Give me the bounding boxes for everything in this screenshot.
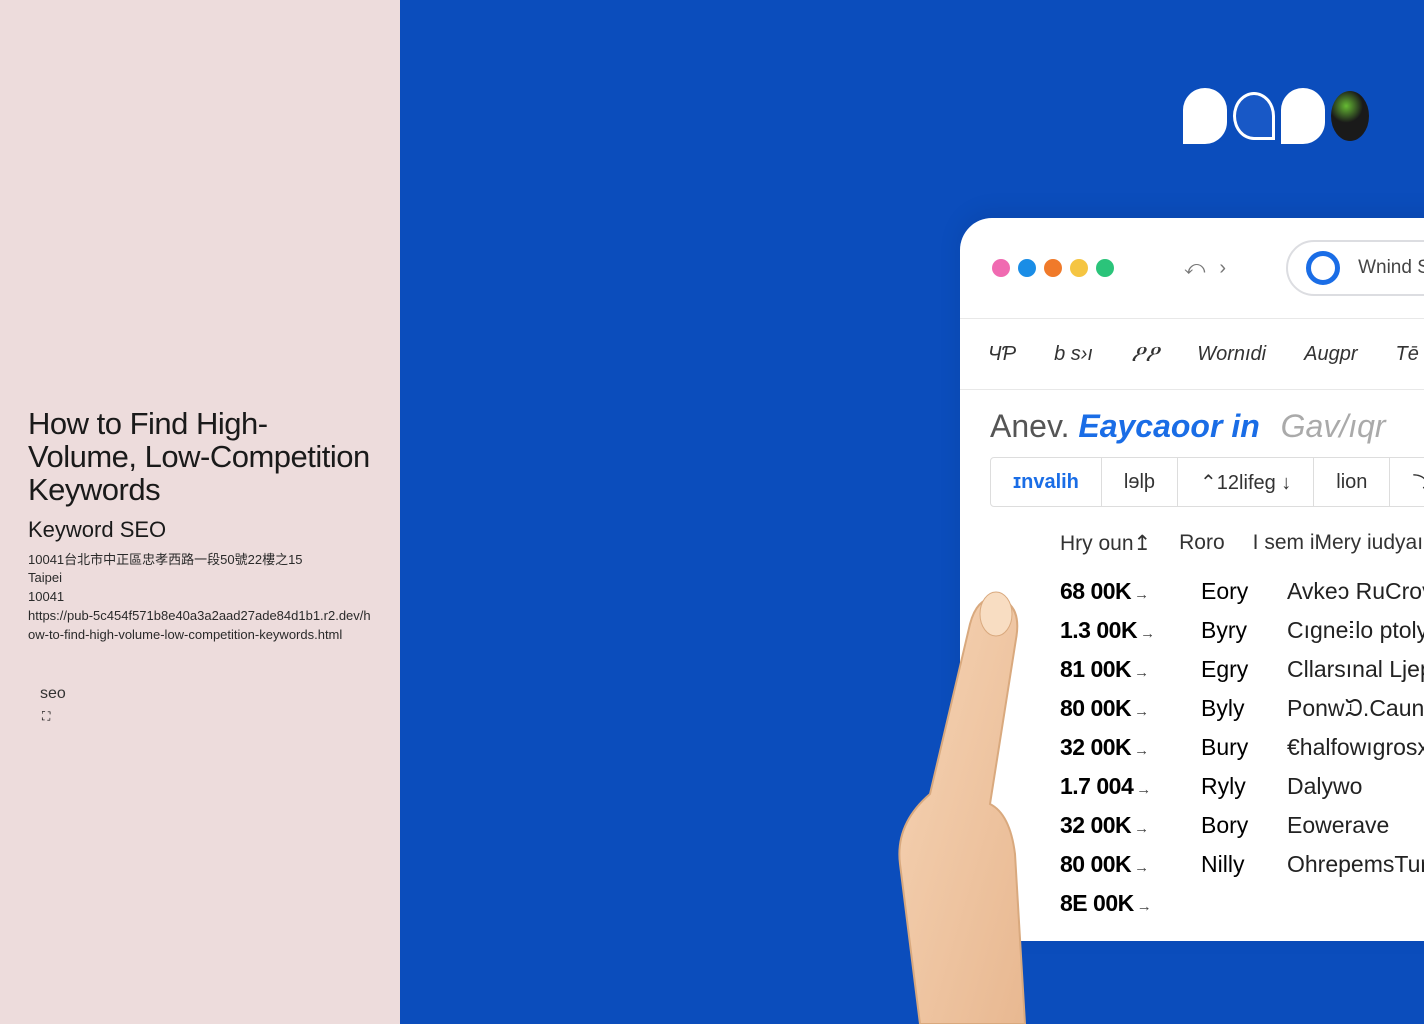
page-title: How to Find High-Volume, Low-Competition…	[28, 408, 372, 507]
short-cell: Nilly	[1201, 851, 1261, 878]
search-icon	[1306, 251, 1340, 285]
table-row[interactable]: 1.7 004→ Ryly Dalywo	[1060, 767, 1424, 806]
keyword-cell: Eowerave	[1287, 812, 1389, 839]
forward-icon[interactable]: ›	[1219, 257, 1226, 280]
logo-part-1	[1183, 88, 1227, 144]
short-cell: Eory	[1201, 578, 1261, 605]
tab-item[interactable]: Wornıdi	[1197, 343, 1266, 366]
volume-cell: 1.3 00K→	[1060, 617, 1175, 644]
table-row[interactable]: 32 00K→ Bury €halfowıgrosxn	[1060, 728, 1424, 767]
volume-cell: 8E 00K→	[1060, 890, 1175, 917]
table-row[interactable]: 32 00K→ Bory Eowerave	[1060, 806, 1424, 845]
volume-cell: 1.7 004→	[1060, 773, 1175, 800]
volume-cell: 32 00K→	[1060, 812, 1175, 839]
search-text: Wnind Sprolech Qvsamoxing ?mats Qitl	[1358, 257, 1424, 279]
tab-strip: ЧƤ b s›ı ዖዖ Wornıdi Augpr Tē Tigerv nloi…	[960, 318, 1424, 390]
filter-item[interactable]: ɪnvalih	[991, 458, 1102, 506]
table-row[interactable]: 80 00K→ Nilly OhrepemsTurare	[1060, 845, 1424, 884]
left-sidebar: How to Find High-Volume, Low-Competition…	[0, 0, 400, 1024]
subheader-col: Hry oun↥	[1060, 531, 1151, 556]
traffic-lights	[992, 259, 1114, 277]
keyword-cell: €halfowıgrosxn	[1287, 734, 1424, 761]
refresh-icon[interactable]: ⤺	[1184, 257, 1205, 280]
traffic-light	[1096, 259, 1114, 277]
headline-main: Eaycaoor in	[1078, 408, 1259, 444]
traffic-light	[992, 259, 1010, 277]
keyword-cell: Cıgneⵂlo ptolynrke	[1287, 617, 1424, 644]
table-row[interactable]: 80 00K→ Byly Ponwᙃ.Caunapednth	[1060, 689, 1424, 728]
headline-pre: Anev.	[990, 408, 1069, 444]
table-subheader: Hry oun↥ Roro I sem iMery iudyaı T0O3 b …	[990, 521, 1424, 572]
hero-illustration: ⤺ › Wnind Sprolech Qvsamoxing ?mats Qitl…	[400, 0, 1424, 1024]
tab-item[interactable]: b s›ı	[1054, 343, 1093, 366]
headline-suffix: Gav/ıqr	[1281, 408, 1386, 444]
filter-item[interactable]: lion	[1314, 458, 1390, 506]
logo-cluster	[1183, 88, 1369, 144]
logo-part-4	[1331, 91, 1369, 141]
browser-window: ⤺ › Wnind Sprolech Qvsamoxing ?mats Qitl…	[960, 218, 1424, 941]
address-city: Taipei	[28, 569, 372, 588]
filter-item[interactable]: lɘlþ	[1102, 458, 1178, 506]
logo-part-2	[1233, 92, 1275, 140]
search-bar[interactable]: Wnind Sprolech Qvsamoxing ?mats Qitl	[1286, 240, 1424, 296]
tab-item[interactable]: ЧƤ	[988, 343, 1016, 366]
table-row[interactable]: 1.3 00K→ Byry Cıgneⵂlo ptolynrke	[1060, 611, 1424, 650]
logo-part-3	[1281, 88, 1325, 144]
filter-item[interactable]: ⌃12lifeg ↓	[1178, 458, 1314, 506]
content-headline: Anev. Eaycaoor in Gav/ıqr	[990, 408, 1424, 445]
keyword-table: 68 00K→ Eory Avkeɔ RuCroves 1.3 00K→ Byr…	[990, 572, 1424, 923]
short-cell: Bury	[1201, 734, 1261, 761]
tab-item[interactable]: Augpr	[1304, 343, 1357, 366]
short-cell: Ryly	[1201, 773, 1261, 800]
keyword-cell: OhrepemsTurare	[1287, 851, 1424, 878]
source-url: https://pub-5c454f571b8e40a3a2aad27ade84…	[28, 607, 372, 645]
keyword-cell: Cllarsınal Ljeper	[1287, 656, 1424, 683]
filter-item[interactable]: ⤵	[1390, 458, 1424, 506]
subheader-col: Roro	[1179, 531, 1225, 556]
subheader-col: I sem iMery iudyaı T0O3 b a	[1253, 531, 1424, 556]
keyword-cell: Avkeɔ RuCroves	[1287, 578, 1424, 605]
traffic-light	[1070, 259, 1088, 277]
short-cell: Bory	[1201, 812, 1261, 839]
keyword-cell: Ponwᙃ.Caunapednth	[1287, 695, 1424, 722]
volume-cell: 81 00K→	[1060, 656, 1175, 683]
tag-seo: seo	[28, 685, 372, 703]
keyword-cell: Dalywo	[1287, 773, 1362, 800]
browser-chrome: ⤺ › Wnind Sprolech Qvsamoxing ?mats Qitl	[960, 218, 1424, 318]
tab-item[interactable]: Tē	[1396, 343, 1419, 366]
traffic-light	[1018, 259, 1036, 277]
tab-item[interactable]: ዖዖ	[1131, 340, 1159, 368]
short-cell: Byly	[1201, 695, 1261, 722]
short-cell: Byry	[1201, 617, 1261, 644]
page-subtitle: Keyword SEO	[28, 517, 372, 543]
volume-cell: 68 00K→	[1060, 578, 1175, 605]
address-postal: 10041	[28, 588, 372, 607]
short-cell: Egry	[1201, 656, 1261, 683]
table-row[interactable]: 81 00K→ Egry Cllarsınal Ljeper	[1060, 650, 1424, 689]
table-row[interactable]: 8E 00K→	[1060, 884, 1424, 923]
table-row[interactable]: 68 00K→ Eory Avkeɔ RuCroves	[1060, 572, 1424, 611]
volume-cell: 80 00K→	[1060, 851, 1175, 878]
filter-bar: ɪnvalih lɘlþ ⌃12lifeg ↓ lion ⤵ │ T l› ⤳ …	[990, 457, 1424, 507]
fullscreen-icon: ⛶	[28, 709, 372, 724]
content-area: Anev. Eaycaoor in Gav/ıqr ɪnvalih lɘlþ ⌃…	[960, 390, 1424, 941]
traffic-light	[1044, 259, 1062, 277]
volume-cell: 32 00K→	[1060, 734, 1175, 761]
volume-cell: 80 00K→	[1060, 695, 1175, 722]
address-line: 10041台北市中正區忠孝西路一段50號22樓之15	[28, 551, 372, 570]
